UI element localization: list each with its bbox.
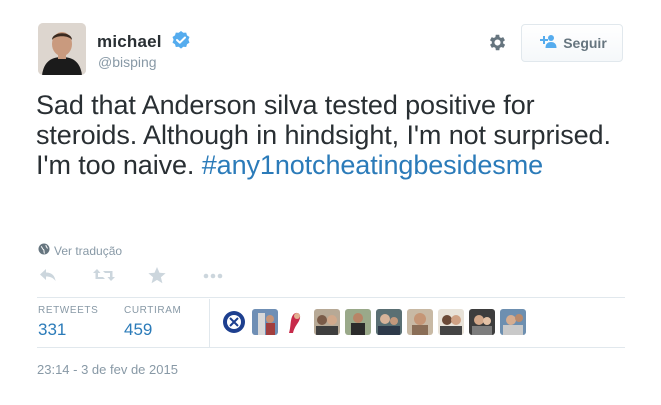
retweet-icon[interactable]: [92, 266, 116, 288]
liker-avatar[interactable]: [252, 309, 278, 335]
more-icon[interactable]: [201, 266, 225, 288]
globe-icon: [38, 243, 50, 258]
reply-icon[interactable]: [38, 266, 62, 288]
tweet-timestamp[interactable]: 23:14 - 3 de fev de 2015: [37, 362, 178, 377]
follow-button[interactable]: Seguir: [521, 24, 623, 62]
hashtag-link[interactable]: #any1notcheatingbesidesme: [202, 150, 543, 180]
tweet-text: Sad that Anderson silva tested positive …: [36, 90, 626, 180]
likers-avatars: [221, 309, 526, 335]
divider: [37, 297, 625, 298]
liker-avatar[interactable]: [438, 309, 464, 335]
verified-badge-icon: [171, 30, 191, 50]
divider: [37, 347, 625, 348]
favorite-icon[interactable]: [147, 266, 171, 288]
liker-avatar[interactable]: [283, 309, 309, 335]
gear-icon[interactable]: [487, 32, 508, 53]
retweets-count[interactable]: 331: [38, 320, 66, 340]
likes-count[interactable]: 459: [124, 320, 152, 340]
liker-avatar[interactable]: [345, 309, 371, 335]
follow-button-label: Seguir: [563, 35, 607, 51]
avatar[interactable]: [38, 23, 86, 75]
likes-label: CURTIRAM: [124, 305, 182, 316]
liker-avatar[interactable]: [314, 309, 340, 335]
user-handle[interactable]: @bisping: [98, 53, 157, 71]
liker-avatar[interactable]: [407, 309, 433, 335]
display-name[interactable]: michael: [97, 32, 162, 52]
liker-avatar[interactable]: [376, 309, 402, 335]
stats-separator: [209, 299, 210, 347]
liker-avatar[interactable]: [469, 309, 495, 335]
translate-link[interactable]: Ver tradução: [38, 243, 122, 258]
liker-avatar[interactable]: [500, 309, 526, 335]
translate-label: Ver tradução: [54, 243, 123, 258]
liker-avatar[interactable]: [221, 309, 247, 335]
retweets-label: RETWEETS: [38, 305, 99, 316]
add-user-icon: [537, 34, 557, 53]
